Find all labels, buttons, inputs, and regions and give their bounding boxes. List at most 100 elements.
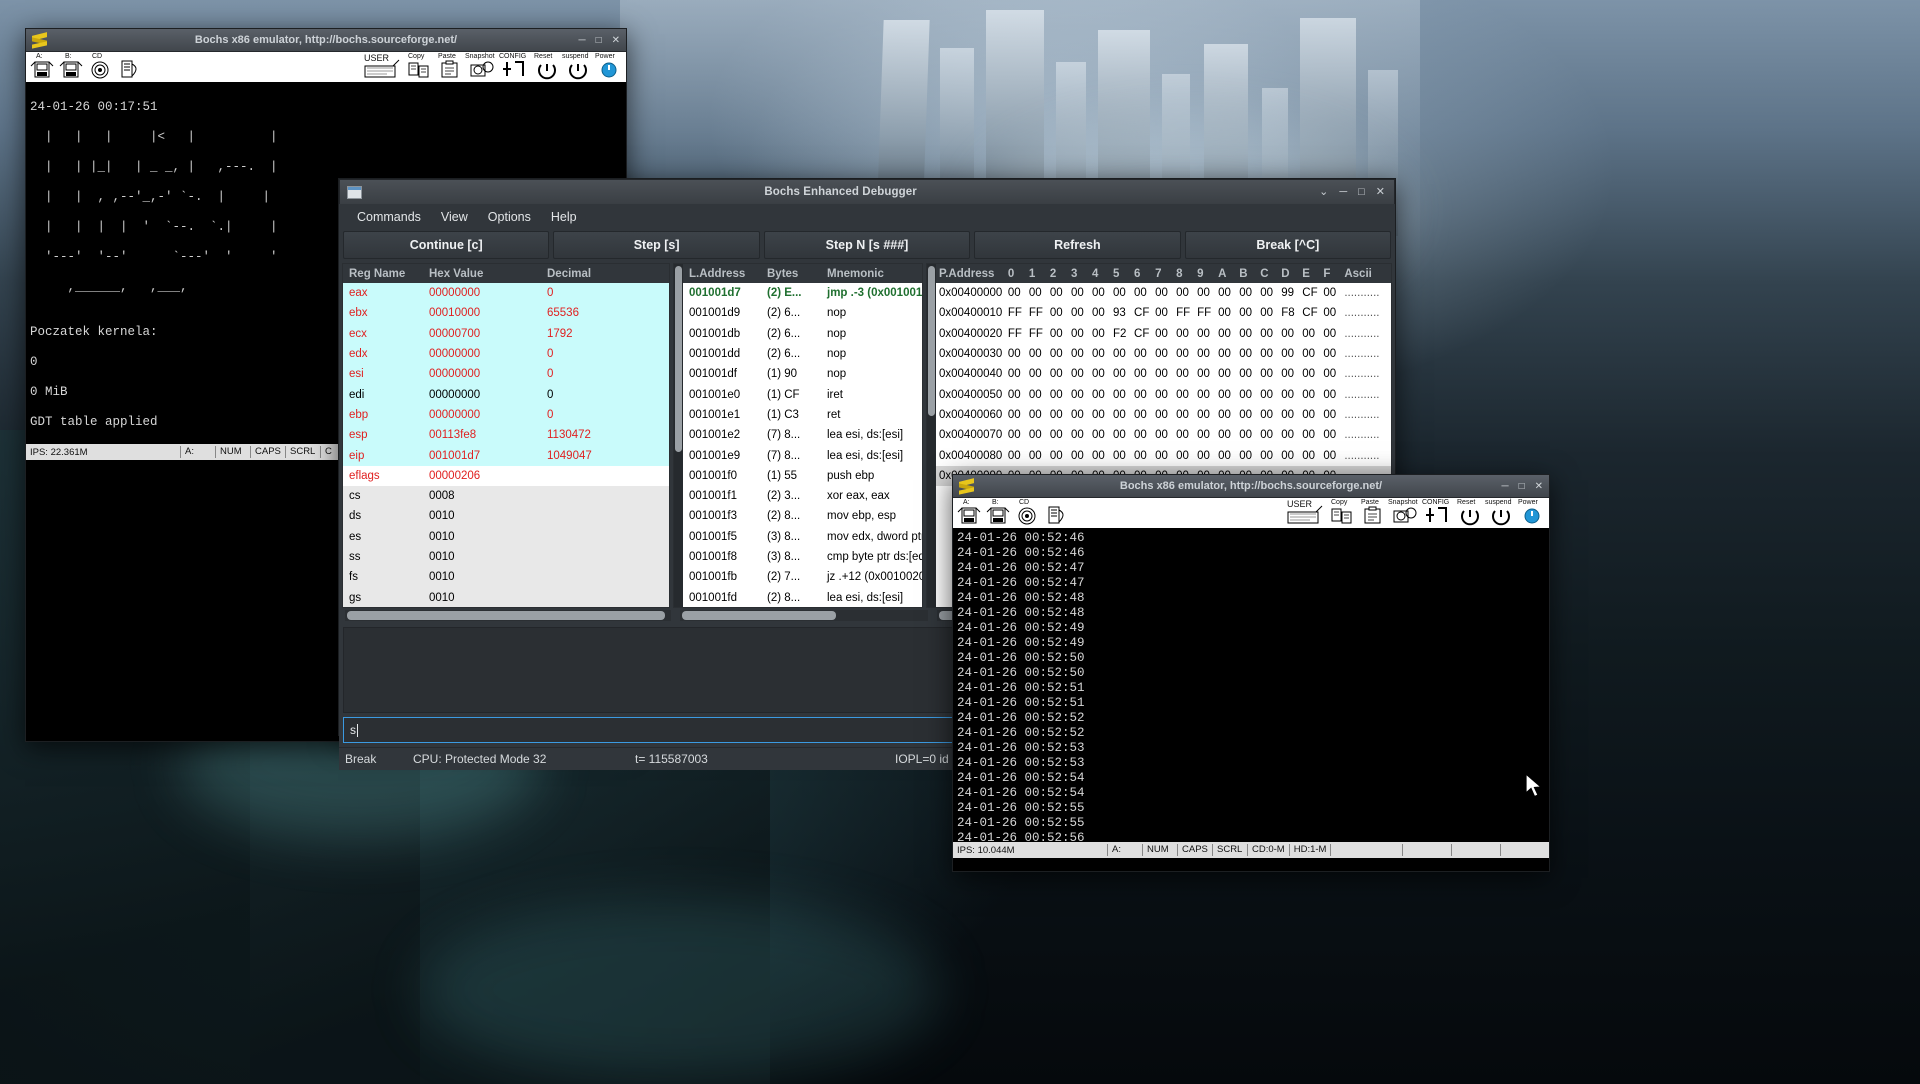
menu-commands[interactable]: Commands [347, 207, 431, 227]
bochs-second-window-buttons[interactable]: ─ □ ✕ [1501, 481, 1543, 492]
floppy-b-icon[interactable]: B: [58, 53, 84, 80]
disassembly-row[interactable]: 001001e1 (1) C3 ret [683, 404, 922, 426]
memory-row[interactable]: 0x00400030 00 00 00 00 00 00 00 00 00 00 00 00 00 00 00… [936, 343, 1391, 365]
paste-button-icon[interactable]: Paste [1360, 499, 1386, 526]
debugger-menubar[interactable]: Commands View Options Help [339, 204, 1395, 229]
debugger-titlebar[interactable]: Bochs Enhanced Debugger ⌄ ─ □ ✕ [339, 179, 1395, 204]
disassembly-row[interactable]: 001001f0 (1) 55 push ebp [683, 465, 922, 486]
disassembly-row[interactable]: 001001f3 (2) 8... mov ebp, esp [683, 506, 922, 527]
maximize-icon[interactable]: □ [596, 35, 602, 46]
floppy-a-icon[interactable]: A: [29, 53, 55, 80]
disassembly-row[interactable]: 001001f8 (3) 8... cmp byte ptr ds:[edx], 0 [683, 546, 922, 568]
floppy-b-icon[interactable]: B: [985, 499, 1011, 526]
registers-pane[interactable]: Reg Name Hex Value Decimal eax 00000000 0 e… [342, 263, 670, 608]
bochs-main-toolbar-right[interactable]: USER Copy Paste Snapshot CONFIG Reset su… [360, 52, 622, 82]
memory-row[interactable]: 0x00400010 FF FF 00 00 00 93 CF 00 FF FF 00 00 00 F8 CF… [936, 303, 1391, 324]
user-button-icon[interactable]: USER [363, 53, 401, 80]
restore-icon[interactable]: ─ [1339, 186, 1347, 198]
paste-button-icon[interactable]: Paste [437, 53, 463, 80]
break-button[interactable]: Break [^C] [1184, 231, 1392, 259]
reset-button-icon[interactable]: Reset [1457, 499, 1483, 526]
usb-icon[interactable] [1043, 500, 1069, 526]
debugger-window-buttons[interactable]: ⌄ ─ □ ✕ [1319, 186, 1394, 198]
suspend-button-icon[interactable]: suspend [562, 53, 591, 80]
snapshot-button-icon[interactable]: Snapshot [1388, 499, 1418, 526]
disassembly-vscrollbar[interactable] [674, 264, 683, 607]
disassembly-pane[interactable]: L.Address Bytes Mnemonic 001001d7 (2) E..… [673, 263, 923, 608]
register-row[interactable]: edx 00000000 0 [343, 343, 669, 365]
minimize-icon[interactable]: ─ [1501, 481, 1508, 492]
disassembly-row[interactable]: 001001fb (2) 7... jz .+12 (0x00100209) [683, 567, 922, 588]
register-row[interactable]: eflags 00000206 [343, 465, 669, 486]
config-button-icon[interactable]: CONFIG [1422, 499, 1452, 526]
cdrom-icon[interactable]: CD [1014, 499, 1040, 526]
power-button-icon[interactable]: Power [595, 53, 622, 80]
register-row[interactable]: ebx 00010000 65536 [343, 303, 669, 324]
register-row[interactable]: eip 001001d7 1049047 [343, 445, 669, 466]
register-row[interactable]: fs 0010 [343, 567, 669, 588]
step-n-button[interactable]: Step N [s ###] [763, 231, 971, 259]
disassembly-row[interactable]: 001001f5 (3) 8... mov edx, dword ptr ss:[ [683, 526, 922, 547]
registers-body[interactable]: eax 00000000 0 ebx 00010000 65536 ecx 00000700 1… [343, 283, 669, 607]
memory-row[interactable]: 0x00400070 00 00 00 00 00 00 00 00 00 00 00 00 00 00 00… [936, 425, 1391, 446]
reset-button-icon[interactable]: Reset [534, 53, 560, 80]
config-button-icon[interactable]: CONFIG [499, 53, 529, 80]
copy-button-icon[interactable]: Copy [406, 53, 432, 80]
bochs-emulator-window-second[interactable]: Bochs x86 emulator, http://bochs.sourcef… [952, 474, 1550, 872]
disassembly-row[interactable]: 001001e2 (7) 8... lea esi, ds:[esi] [683, 425, 922, 446]
disassembly-row[interactable]: 001001db (2) 6... nop [683, 323, 922, 344]
bochs-second-toolbar[interactable]: A: B: CD USER Copy Paste Snapshot CONFIG… [953, 498, 1549, 529]
memory-row[interactable]: 0x00400040 00 00 00 00 00 00 00 00 00 00 00 00 00 00 00… [936, 364, 1391, 385]
floppy-a-icon[interactable]: A: [956, 499, 982, 526]
register-row[interactable]: ecx 00000700 1792 [343, 323, 669, 344]
snapshot-button-icon[interactable]: Snapshot [465, 53, 495, 80]
minimize-icon[interactable]: ⌄ [1319, 186, 1328, 198]
disassembly-body[interactable]: 001001d7(2) E...jmp .-3 (0x001001d6)0010… [683, 283, 922, 607]
close-icon[interactable]: ✕ [1376, 186, 1385, 198]
user-button-icon[interactable]: USER [1286, 499, 1324, 526]
register-row[interactable]: eax 00000000 0 [343, 283, 669, 304]
copy-button-icon[interactable]: Copy [1329, 499, 1355, 526]
bochs-main-toolbar[interactable]: A: B: CD USER Copy Paste Snapshot CONFIG… [26, 52, 626, 83]
disassembly-row[interactable]: 001001e9 (7) 8... lea esi, ds:[esi] [683, 445, 922, 466]
register-row[interactable]: ebp 00000000 0 [343, 404, 669, 426]
register-row[interactable]: es 0010 [343, 526, 669, 547]
disassembly-row[interactable]: 001001d7 (2) E... jmp .-3 (0x001001d6) [683, 283, 922, 304]
suspend-button-icon[interactable]: suspend [1485, 499, 1514, 526]
memory-row[interactable]: 0x00400000 00 00 00 00 00 00 00 00 00 00 00 00 00 99 CF… [936, 283, 1391, 304]
menu-help[interactable]: Help [541, 207, 587, 227]
register-row[interactable]: gs 0010 [343, 587, 669, 607]
disassembly-row[interactable]: 001001dd (2) 6... nop [683, 343, 922, 365]
refresh-button[interactable]: Refresh [974, 231, 1181, 259]
register-row[interactable]: cs 0008 [343, 485, 669, 507]
usb-icon[interactable] [116, 54, 142, 80]
disassembly-row[interactable]: 001001e0 (1) CF iret [683, 384, 922, 405]
memory-row[interactable]: 0x00400080 00 00 00 00 00 00 00 00 00 00 00 00 00 00 00… [936, 445, 1391, 466]
memory-row[interactable]: 0x00400020 FF FF 00 00 00 F2 CF 00 00 00 00 00 00 00 00… [936, 323, 1391, 344]
registers-hscrollbar[interactable] [345, 610, 671, 621]
memory-vscrollbar[interactable] [927, 264, 936, 607]
close-icon[interactable]: ✕ [612, 35, 620, 46]
bochs-main-titlebar[interactable]: Bochs x86 emulator, http://bochs.sourcef… [26, 29, 626, 52]
memory-row[interactable]: 0x00400050 00 00 00 00 00 00 00 00 00 00 00 00 00 00 00… [936, 384, 1391, 405]
register-row[interactable]: esp 00113fe8 1130472 [343, 425, 669, 446]
disassembly-row[interactable]: 001001d9 (2) 6... nop [683, 303, 922, 324]
cdrom-icon[interactable]: CD [87, 53, 113, 80]
close-icon[interactable]: ✕ [1535, 481, 1543, 492]
power-button-icon[interactable]: Power [1518, 499, 1545, 526]
disassembly-row[interactable]: 001001f1 (2) 3... xor eax, eax [683, 485, 922, 507]
memory-row[interactable]: 0x00400060 00 00 00 00 00 00 00 00 00 00 00 00 00 00 00… [936, 404, 1391, 426]
bochs-second-toolbar-right[interactable]: USER Copy Paste Snapshot CONFIG Reset su… [1283, 498, 1545, 528]
bochs-second-titlebar[interactable]: Bochs x86 emulator, http://bochs.sourcef… [953, 475, 1549, 498]
maximize-icon[interactable]: □ [1358, 186, 1365, 198]
menu-view[interactable]: View [431, 207, 478, 227]
maximize-icon[interactable]: □ [1519, 481, 1525, 492]
memory-body[interactable]: 0x00400000 00 00 00 00 00 00 00 00 00 00 00 00 00 99 CF… [936, 283, 1391, 486]
debugger-toolbar[interactable]: Continue [c] Step [s] Step N [s ###] Ref… [339, 229, 1395, 263]
step-button[interactable]: Step [s] [553, 231, 760, 259]
disassembly-row[interactable]: 001001df (1) 90 nop [683, 364, 922, 385]
menu-options[interactable]: Options [478, 207, 541, 227]
disassembly-row[interactable]: 001001fd (2) 8... lea esi, ds:[esi] [683, 587, 922, 607]
register-row[interactable]: ds 0010 [343, 506, 669, 527]
disassembly-hscrollbar[interactable] [680, 610, 928, 621]
